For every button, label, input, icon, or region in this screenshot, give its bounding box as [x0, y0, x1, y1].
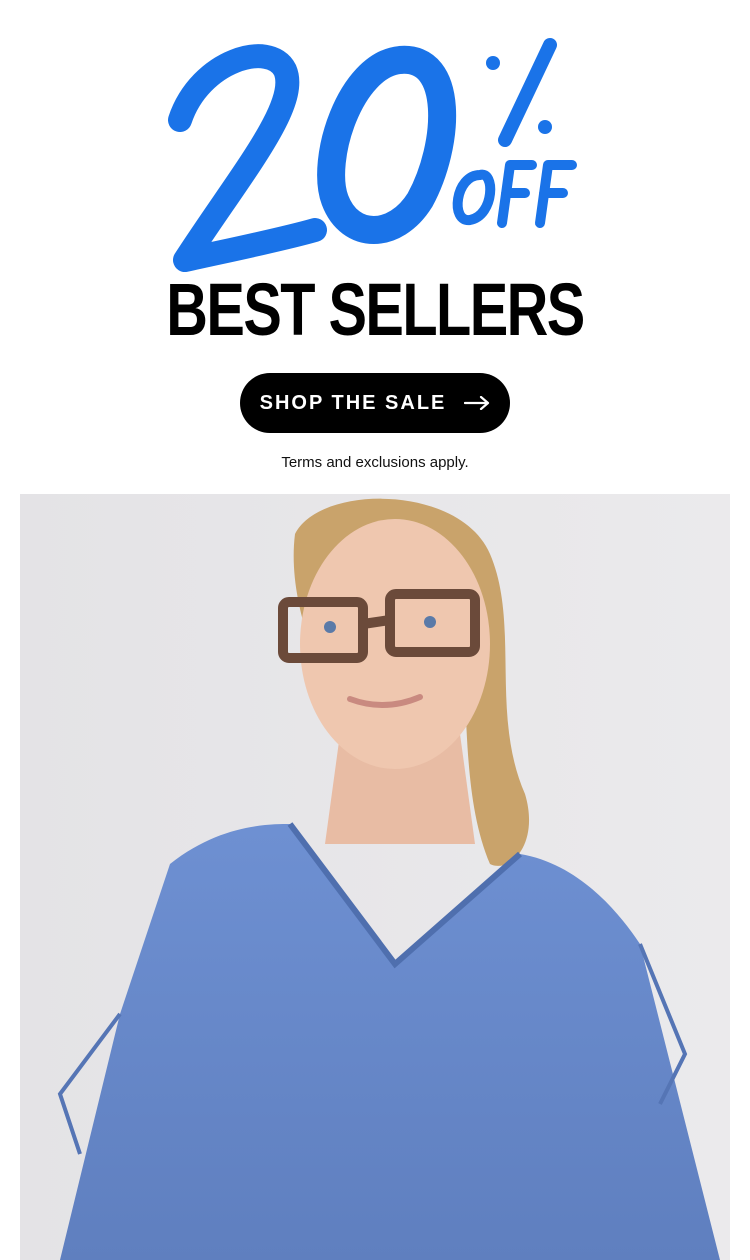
terms-text: Terms and exclusions apply. — [281, 454, 469, 471]
product-photo — [20, 494, 730, 1260]
shop-the-sale-label: SHOP THE SALE — [259, 391, 447, 414]
shop-the-sale-button[interactable]: SHOP THE SALE — [240, 373, 510, 433]
discount-graphic — [168, 38, 577, 272]
headline-best-sellers: BEST SELLERS — [166, 268, 585, 351]
arrow-right-icon — [464, 396, 490, 410]
model-illustration — [20, 494, 730, 1260]
